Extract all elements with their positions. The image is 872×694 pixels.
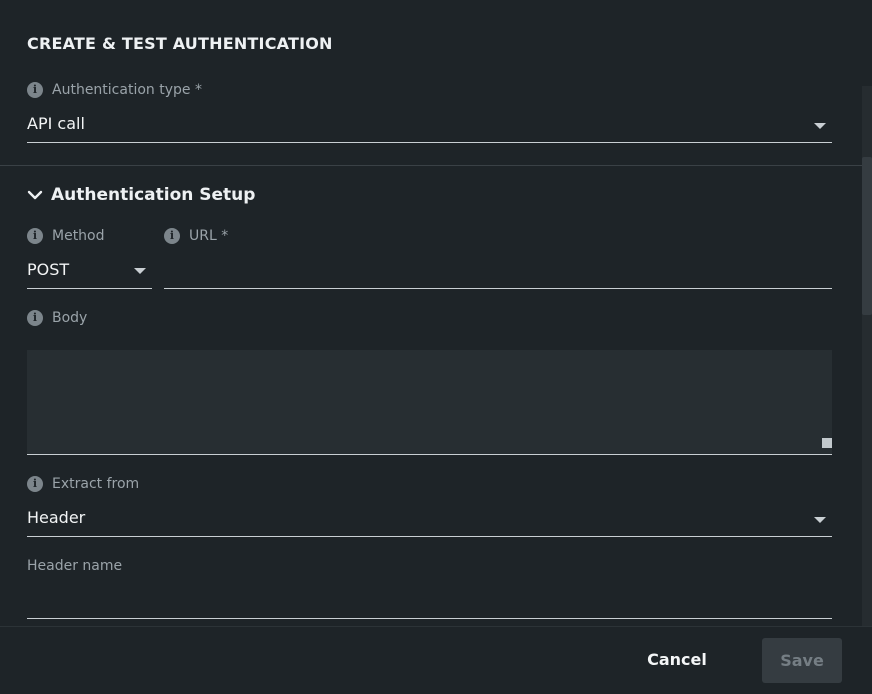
resize-handle[interactable] xyxy=(822,438,832,448)
url-label: URL * xyxy=(189,228,229,244)
url-input[interactable] xyxy=(164,260,832,289)
info-icon[interactable]: i xyxy=(27,82,43,98)
method-label-group: i Method xyxy=(27,228,105,244)
caret-down-icon xyxy=(814,517,826,523)
save-button[interactable]: Save xyxy=(762,638,842,683)
auth-type-value: API call xyxy=(27,114,85,133)
auth-type-label-group: i Authentication type * xyxy=(27,82,202,98)
authentication-setup-toggle[interactable]: Authentication Setup xyxy=(27,185,255,205)
method-label: Method xyxy=(52,228,105,244)
extract-from-select[interactable]: Header xyxy=(27,508,832,537)
header-name-label-group: Header name xyxy=(27,558,122,574)
method-select[interactable]: POST xyxy=(27,260,152,289)
info-icon[interactable]: i xyxy=(27,228,43,244)
body-label: Body xyxy=(52,310,88,326)
body-label-group: i Body xyxy=(27,310,87,326)
dialog-footer: Cancel Save xyxy=(0,626,872,694)
dialog-title: CREATE & TEST AUTHENTICATION xyxy=(27,34,333,53)
extract-from-label: Extract from xyxy=(52,476,140,492)
chevron-down-icon xyxy=(27,190,43,200)
extract-from-label-group: i Extract from xyxy=(27,476,139,492)
caret-down-icon xyxy=(814,123,826,129)
url-label-group: i URL * xyxy=(164,228,228,244)
info-icon[interactable]: i xyxy=(27,476,43,492)
section-title: Authentication Setup xyxy=(51,185,256,205)
body-textarea[interactable] xyxy=(27,350,832,455)
extract-from-value: Header xyxy=(27,508,86,527)
auth-type-select[interactable]: API call xyxy=(27,114,832,143)
info-icon[interactable]: i xyxy=(27,310,43,326)
method-value: POST xyxy=(27,260,70,279)
create-auth-dialog: CREATE & TEST AUTHENTICATION i Authentic… xyxy=(0,0,872,694)
section-divider xyxy=(0,165,862,166)
info-icon[interactable]: i xyxy=(164,228,180,244)
header-name-label: Header name xyxy=(27,558,123,574)
auth-type-label: Authentication type * xyxy=(52,82,202,98)
caret-down-icon xyxy=(134,268,146,274)
cancel-button[interactable]: Cancel xyxy=(632,641,722,677)
header-name-input[interactable] xyxy=(27,590,832,619)
scrollbar-thumb[interactable] xyxy=(862,157,872,315)
